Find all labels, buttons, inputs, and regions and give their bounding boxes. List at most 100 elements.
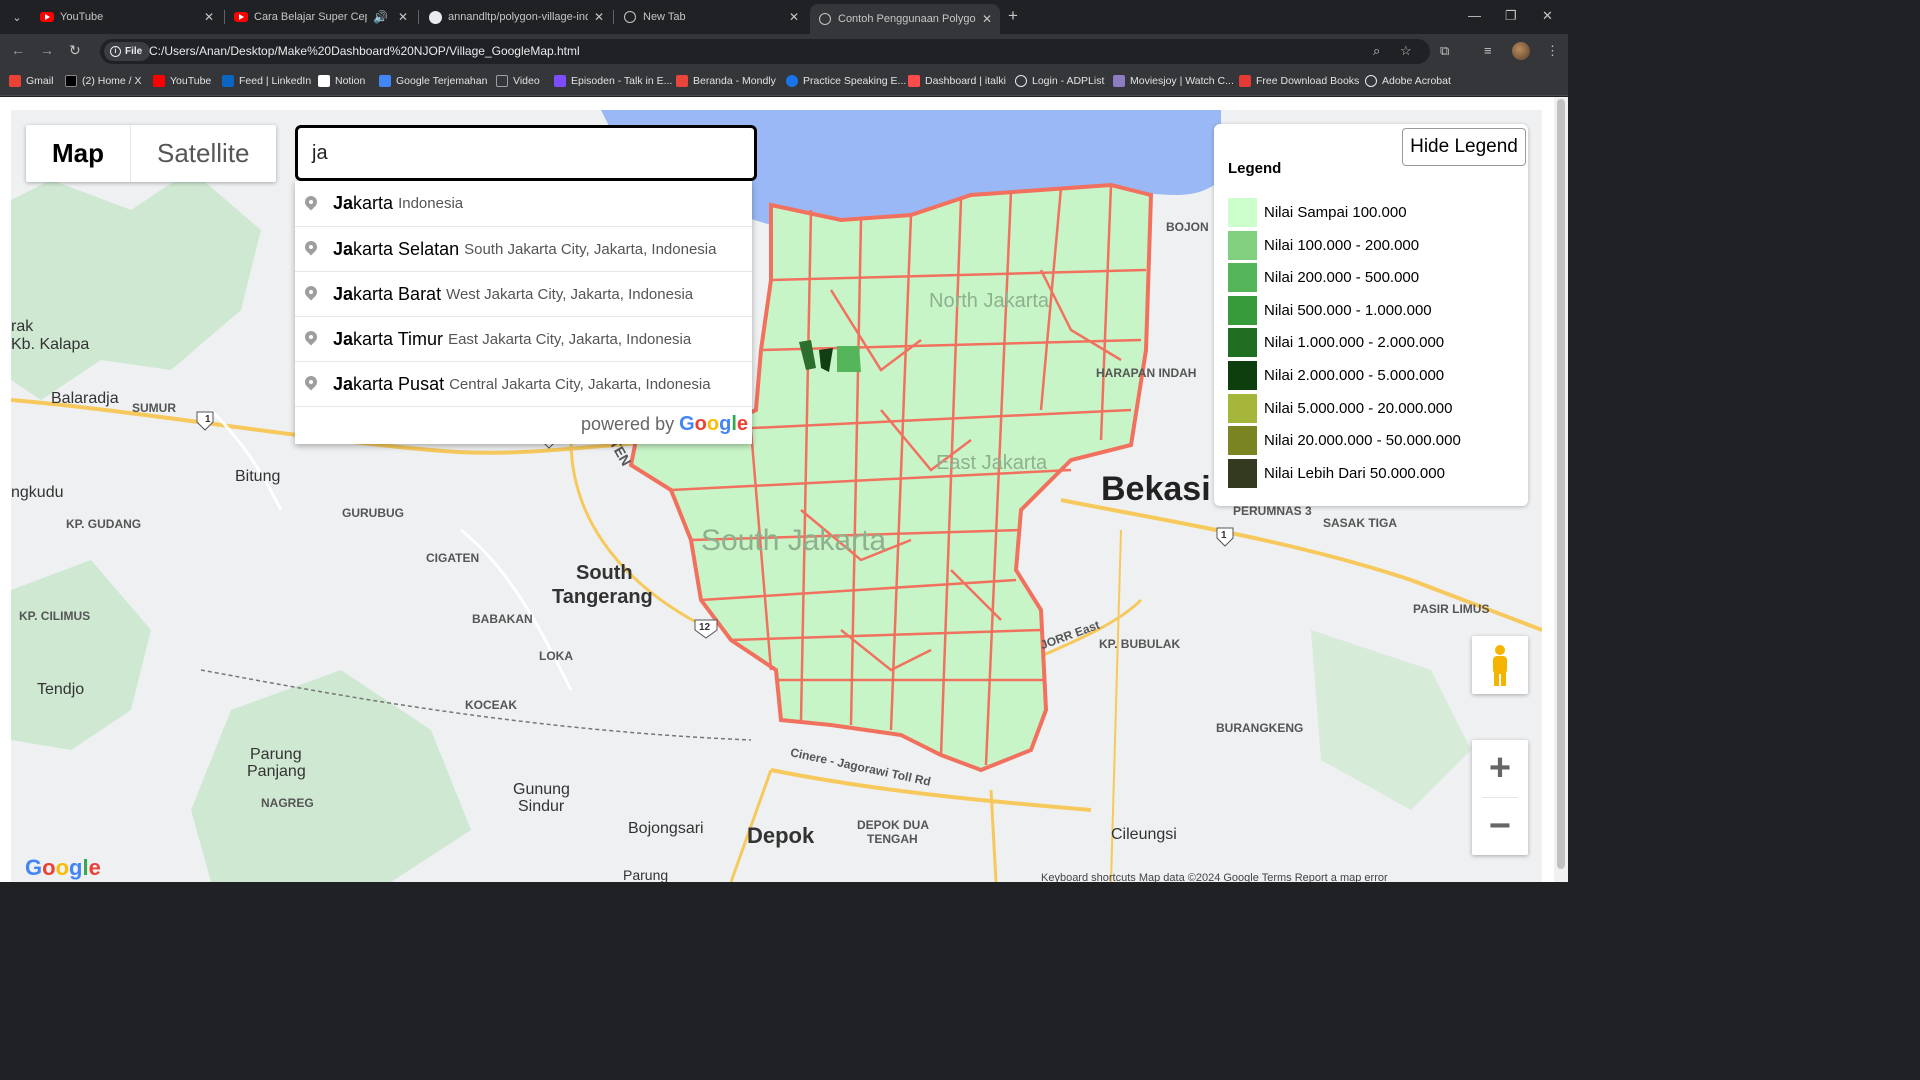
- linkedin-icon: [222, 75, 234, 87]
- bookmark-notion[interactable]: Notion: [318, 75, 365, 87]
- bookmark-star-icon[interactable]: ☆: [1400, 43, 1412, 59]
- close-icon[interactable]: ✕: [398, 10, 408, 24]
- url-text[interactable]: C:/Users/Anan/Desktop/Make%20Dashboard%2…: [149, 44, 580, 58]
- map-type-satellite-button[interactable]: Satellite: [131, 125, 276, 182]
- close-icon[interactable]: ✕: [204, 10, 214, 24]
- map-label: Bitung: [235, 468, 281, 485]
- zoom-out-icon[interactable]: −: [1472, 798, 1528, 855]
- tab-cara-belajar[interactable]: Cara Belajar Super Cepat pa 🔊 ✕: [226, 4, 416, 30]
- bookmark-italki[interactable]: Dashboard | italki: [908, 75, 1006, 87]
- scrollbar-thumb[interactable]: [1557, 99, 1565, 869]
- legend-item: Nilai 100.000 - 200.000: [1228, 230, 1419, 260]
- map-attribution[interactable]: Keyboard shortcuts Map data ©2024 Google…: [1041, 872, 1388, 882]
- zoom-icon[interactable]: ⌕: [1373, 43, 1380, 59]
- bookmark-episoden[interactable]: Episoden - Talk in E...: [554, 75, 672, 87]
- legend-item: Nilai Sampai 100.000: [1228, 197, 1407, 227]
- suggestion-secondary: West Jakarta City, Jakarta, Indonesia: [446, 285, 694, 303]
- speaker-icon[interactable]: 🔊: [373, 10, 388, 24]
- route-shield-label: 12: [699, 622, 711, 633]
- map-label: KP. CILIMUS: [19, 609, 91, 623]
- moviesjoy-icon: [1113, 75, 1125, 87]
- map-label: Parung: [250, 746, 302, 763]
- close-window-icon[interactable]: ✕: [1542, 8, 1553, 24]
- forward-icon[interactable]: →: [40, 42, 54, 58]
- zoom-in-icon[interactable]: +: [1472, 740, 1528, 797]
- media-icon[interactable]: ≡: [1484, 43, 1492, 58]
- pin-icon: [305, 241, 317, 257]
- page-scrollbar[interactable]: [1554, 97, 1568, 882]
- map-label: Sindur: [518, 798, 565, 815]
- tab-strip: ⌄ YouTube ✕ Cara Belajar Super Cepat pa …: [0, 0, 1568, 34]
- suggestion-secondary: South Jakarta City, Jakarta, Indonesia: [464, 240, 717, 258]
- zoom-control: + −: [1472, 740, 1528, 855]
- profile-avatar[interactable]: [1512, 42, 1530, 60]
- site-info-chip[interactable]: i File: [104, 42, 151, 61]
- suggestion-item[interactable]: Jakarta Indonesia: [295, 181, 752, 226]
- map-label: Bekasi: [1101, 470, 1211, 508]
- bookmark-linkedin[interactable]: Feed | LinkedIn: [222, 75, 311, 87]
- high-value-village[interactable]: [837, 346, 861, 372]
- road: [989, 789, 998, 882]
- tab-contoh-polygon[interactable]: Contoh Penggunaan Polygon d ✕: [810, 4, 1000, 34]
- bookmark-adobe-acrobat[interactable]: Adobe Acrobat: [1365, 75, 1451, 87]
- address-bar[interactable]: i File C:/Users/Anan/Desktop/Make%20Dash…: [100, 39, 1430, 64]
- map-label: KOCEAK: [465, 698, 518, 712]
- bookmark-practice-speaking[interactable]: Practice Speaking E...: [786, 75, 906, 87]
- tab-title: Cara Belajar Super Cepat pa: [254, 11, 367, 23]
- bookmark-video[interactable]: Video: [496, 75, 540, 87]
- hide-legend-button[interactable]: Hide Legend: [1402, 128, 1526, 166]
- autocomplete-dropdown: Jakarta Indonesia Jakarta Selatan South …: [295, 181, 752, 444]
- info-icon: i: [110, 46, 121, 57]
- suggestion-item[interactable]: Jakarta Pusat Central Jakarta City, Jaka…: [295, 361, 752, 406]
- youtube-icon: [234, 10, 248, 24]
- map-type-map-button[interactable]: Map: [26, 125, 131, 182]
- tab-new-tab[interactable]: New Tab ✕: [615, 4, 807, 30]
- park-area: [191, 670, 471, 882]
- extensions-icon[interactable]: ⧉: [1440, 43, 1449, 59]
- bookmark-mondly[interactable]: Beranda - Mondly: [676, 75, 776, 87]
- episoden-icon: [554, 75, 566, 87]
- bookmark-x[interactable]: (2) Home / X: [65, 75, 142, 87]
- restore-icon[interactable]: ❐: [1505, 8, 1517, 24]
- back-icon[interactable]: ←: [11, 42, 25, 58]
- tab-github[interactable]: annandltp/polygon-village-ind ✕: [420, 4, 612, 30]
- folder-icon: [496, 75, 508, 87]
- youtube-icon: [40, 10, 54, 24]
- menu-icon[interactable]: ⋮: [1546, 43, 1559, 59]
- map-label: HARAPAN INDAH: [1096, 366, 1197, 380]
- map-label: PASIR LIMUS: [1413, 602, 1490, 616]
- suggestion-item[interactable]: Jakarta Barat West Jakarta City, Jakarta…: [295, 271, 752, 316]
- street-view-pegman[interactable]: [1472, 636, 1528, 694]
- bookmarks-bar: Gmail (2) Home / X YouTube Feed | Linked…: [0, 68, 1568, 96]
- mondly-icon: [676, 75, 688, 87]
- search-input[interactable]: ja: [295, 125, 757, 181]
- notion-icon: [318, 75, 330, 87]
- minimize-icon[interactable]: —: [1468, 8, 1481, 23]
- map-label: LOKA: [539, 649, 573, 663]
- bookmark-google-translate[interactable]: Google Terjemahan: [379, 75, 487, 87]
- close-icon[interactable]: ✕: [594, 10, 604, 24]
- bookmark-gmail[interactable]: Gmail: [9, 75, 53, 87]
- suggestion-secondary: East Jakarta City, Jakarta, Indonesia: [448, 330, 692, 348]
- tab-search-button[interactable]: ⌄: [6, 6, 28, 28]
- suggestion-item[interactable]: Jakarta Selatan South Jakarta City, Jaka…: [295, 226, 752, 271]
- tab-youtube[interactable]: YouTube ✕: [32, 4, 222, 30]
- google-map[interactable]: 1 1 12 1 North Jakarta East Jakarta Sout…: [11, 110, 1542, 882]
- bookmark-free-books[interactable]: Free Download Books: [1239, 75, 1359, 87]
- bookmark-youtube[interactable]: YouTube: [153, 75, 211, 87]
- bookmark-moviesjoy[interactable]: Moviesjoy | Watch C...: [1113, 75, 1234, 87]
- park-area: [11, 170, 261, 400]
- reload-icon[interactable]: ↻: [69, 42, 81, 59]
- legend-title: Legend: [1228, 160, 1282, 177]
- close-icon[interactable]: ✕: [789, 10, 799, 24]
- gmail-icon: [9, 75, 21, 87]
- suggestion-item[interactable]: Jakarta Timur East Jakarta City, Jakarta…: [295, 316, 752, 361]
- close-icon[interactable]: ✕: [982, 12, 992, 26]
- map-label: KP. GUDANG: [66, 517, 142, 531]
- bookmark-adplist[interactable]: Login - ADPList: [1015, 75, 1104, 87]
- new-tab-icon[interactable]: +: [1008, 6, 1018, 26]
- books-icon: [1239, 75, 1251, 87]
- map-label: SUMUR: [132, 401, 176, 415]
- map-label: Panjang: [247, 763, 306, 780]
- route-shield-label: 1: [205, 414, 211, 425]
